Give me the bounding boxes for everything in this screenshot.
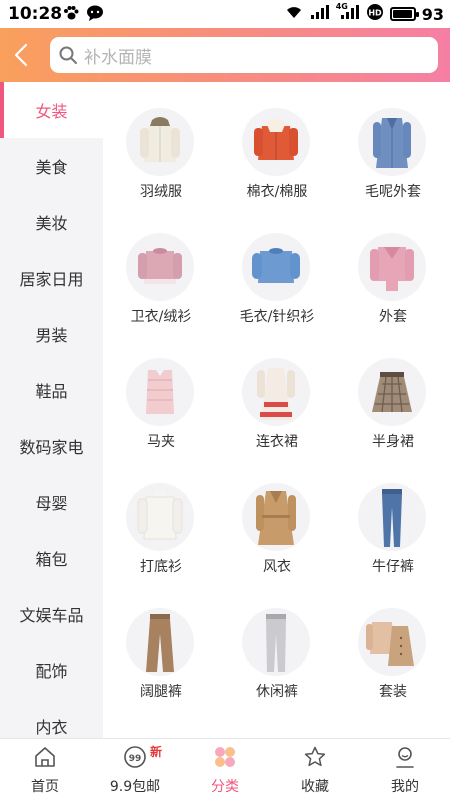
jacket-icon [358, 233, 426, 301]
sidebar-item-accessories[interactable]: 配饰 [0, 642, 103, 698]
wifi-icon [284, 4, 304, 24]
sidebar-item-home[interactable]: 居家日用 [0, 250, 103, 306]
nav-nine-nine[interactable]: 99 新 9.9包邮 [90, 739, 180, 800]
category-base-shirt[interactable]: 打底衫 [103, 457, 219, 582]
new-badge: 新 [150, 745, 163, 759]
nav-category[interactable]: 分类 [180, 739, 270, 800]
category-label: 连衣裙 [256, 434, 298, 450]
cotton-jacket-icon [242, 108, 310, 176]
category-trench-coat[interactable]: 风衣 [219, 457, 335, 582]
signal-icon [310, 4, 330, 24]
jeans-icon [358, 483, 426, 551]
category-label: 阔腿裤 [140, 684, 182, 700]
sidebar-item-electronics[interactable]: 数码家电 [0, 418, 103, 474]
sweater-icon [242, 233, 310, 301]
category-label: 卫衣/绒衫 [130, 309, 192, 325]
hd-icon: HD [366, 3, 384, 25]
dress-icon [242, 358, 310, 426]
paw-icon [62, 4, 80, 26]
nav-label: 我的 [391, 779, 419, 795]
sidebar-item-shoes[interactable]: 鞋品 [0, 362, 103, 418]
sidebar-item-food[interactable]: 美食 [0, 138, 103, 194]
category-label: 休闲裤 [256, 684, 298, 700]
category-sidebar: 女装 美食 美妆 居家日用 男装 鞋品 数码家电 母婴 箱包 文娱车品 配饰 内… [0, 82, 103, 738]
nav-label: 分类 [211, 779, 239, 795]
nav-mine[interactable]: 我的 [360, 739, 450, 800]
hoodie-icon [126, 233, 194, 301]
category-label: 马夹 [147, 434, 175, 450]
category-sweater[interactable]: 毛衣/针织衫 [219, 207, 335, 332]
sidebar-item-bags[interactable]: 箱包 [0, 530, 103, 586]
chevron-left-icon [14, 43, 28, 67]
category-label: 打底衫 [140, 559, 182, 575]
category-label: 半身裙 [372, 434, 414, 450]
category-jacket[interactable]: 外套 [335, 207, 450, 332]
header: 补水面膜 [0, 28, 450, 82]
status-time: 10:28 [8, 4, 63, 24]
nine-nine-icon: 99 [124, 746, 146, 768]
nav-label: 9.9包邮 [109, 779, 161, 795]
category-label: 毛呢外套 [365, 184, 421, 200]
battery-icon [389, 7, 419, 21]
sidebar-item-women[interactable]: 女装 [0, 82, 103, 138]
signal-4g-icon: 4G [335, 2, 360, 24]
nav-favorites[interactable]: 收藏 [270, 739, 360, 800]
nav-label: 首页 [31, 779, 59, 795]
category-label: 棉衣/棉服 [246, 184, 308, 200]
battery-level: 93 [421, 4, 444, 24]
bottom-nav: 首页 99 新 9.9包邮 分类 收藏 我的 [0, 738, 450, 800]
category-down-jacket[interactable]: 羽绒服 [103, 82, 219, 207]
user-icon [396, 747, 414, 768]
category-icon [215, 747, 235, 767]
nav-label: 收藏 [301, 779, 329, 795]
network-label: 4G [335, 2, 348, 11]
svg-text:99: 99 [129, 754, 142, 764]
suit-set-icon [358, 608, 426, 676]
svg-text:HD: HD [368, 9, 382, 18]
category-label: 牛仔裤 [372, 559, 414, 575]
category-cotton-jacket[interactable]: 棉衣/棉服 [219, 82, 335, 207]
category-label: 毛衣/针织衫 [239, 309, 315, 325]
chat-icon [86, 4, 104, 26]
sidebar-item-underwear[interactable]: 内衣 [0, 698, 103, 738]
search-icon [59, 46, 77, 64]
sidebar-item-beauty[interactable]: 美妆 [0, 194, 103, 250]
nav-home[interactable]: 首页 [0, 739, 90, 800]
base-shirt-icon [126, 483, 194, 551]
category-suit-set[interactable]: 套装 [335, 582, 450, 707]
category-wool-coat[interactable]: 毛呢外套 [335, 82, 450, 207]
home-icon [35, 747, 55, 767]
back-button[interactable] [6, 39, 38, 71]
sidebar-item-entertainment[interactable]: 文娱车品 [0, 586, 103, 642]
battery-fill [392, 10, 412, 18]
casual-pants-icon [242, 608, 310, 676]
category-skirt[interactable]: 半身裙 [335, 332, 450, 457]
category-vest[interactable]: 马夹 [103, 332, 219, 457]
category-casual-pants[interactable]: 休闲裤 [219, 582, 335, 707]
skirt-icon [358, 358, 426, 426]
category-label: 羽绒服 [140, 184, 182, 200]
search-input[interactable]: 补水面膜 [50, 37, 438, 73]
vest-icon [126, 358, 194, 426]
status-bar: 10:28 4G HD 93 [0, 0, 450, 28]
category-dress[interactable]: 连衣裙 [219, 332, 335, 457]
category-label: 风衣 [263, 559, 291, 575]
status-right: 4G HD 93 [284, 2, 444, 25]
trench-coat-icon [242, 483, 310, 551]
category-label: 外套 [379, 309, 407, 325]
sidebar-item-baby[interactable]: 母婴 [0, 474, 103, 530]
category-grid: 羽绒服 棉衣/棉服 毛呢外套 卫衣/绒衫 毛衣/针织衫 外套 马夹 连衣裙 半身… [103, 82, 450, 738]
star-icon [304, 746, 326, 767]
wool-coat-icon [358, 108, 426, 176]
search-placeholder: 补水面膜 [84, 47, 152, 68]
wide-pants-icon [126, 608, 194, 676]
down-jacket-icon [126, 108, 194, 176]
category-wide-pants[interactable]: 阔腿裤 [103, 582, 219, 707]
category-hoodie[interactable]: 卫衣/绒衫 [103, 207, 219, 332]
sidebar-item-men[interactable]: 男装 [0, 306, 103, 362]
category-label: 套装 [379, 684, 407, 700]
category-jeans[interactable]: 牛仔裤 [335, 457, 450, 582]
